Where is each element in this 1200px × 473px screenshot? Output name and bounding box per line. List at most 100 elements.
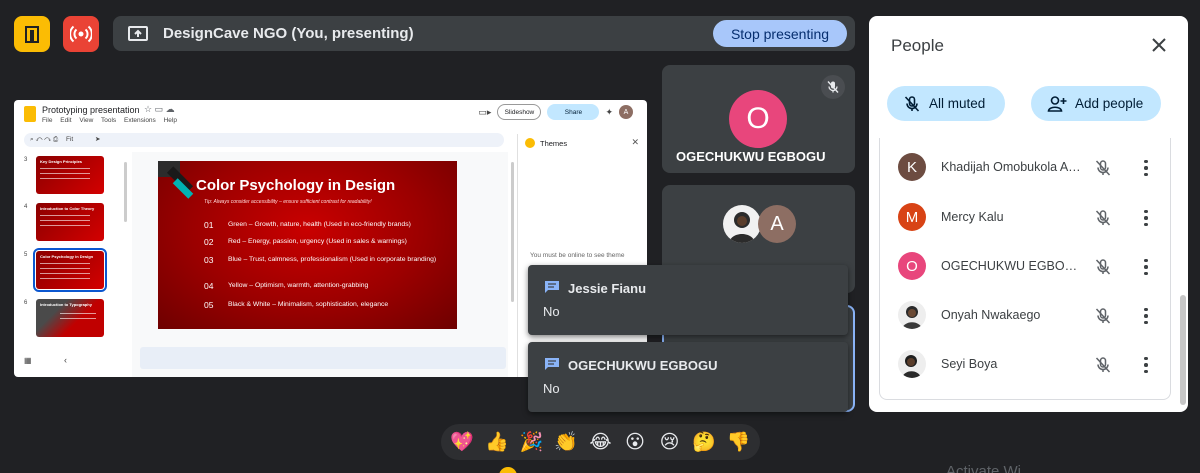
more-options-icon[interactable] — [1140, 355, 1152, 375]
doc-title: Prototyping presentation — [42, 105, 140, 115]
item-text: Black & White – Minimalism, sophisticati… — [228, 301, 389, 308]
more-options-icon[interactable] — [1140, 208, 1152, 228]
print-icon[interactable]: ⎙ — [53, 136, 58, 143]
add-person-icon — [1047, 95, 1067, 112]
broadcast-button[interactable] — [63, 16, 99, 52]
participant-row[interactable]: K Khadijah Omobukola Al... — [880, 148, 1172, 188]
slideshow-button[interactable]: Slideshow — [497, 104, 542, 120]
menu-extensions[interactable]: Extensions — [124, 117, 156, 124]
door-icon — [25, 26, 39, 43]
grid-view-icon[interactable]: ▦ — [24, 356, 32, 365]
slide-thumbnail[interactable]: Introduction to Typography — [36, 299, 104, 337]
avatar: A — [758, 205, 796, 243]
thumb-number: 4 — [24, 204, 28, 210]
menu-edit[interactable]: Edit — [60, 117, 71, 124]
undo-icon[interactable]: ↶ — [35, 136, 42, 143]
search-icon[interactable]: ⌕ — [30, 136, 34, 143]
thumb-number: 6 — [24, 300, 28, 306]
more-options-icon[interactable] — [1140, 158, 1152, 178]
reaction-clap[interactable]: 👏 — [551, 424, 581, 460]
avatar: O — [898, 252, 926, 280]
avatar — [898, 350, 926, 378]
mic-off-icon[interactable] — [1094, 307, 1112, 325]
reaction-thinking[interactable]: 🤔 — [689, 424, 719, 460]
slide-thumbnail[interactable]: Key Design Principles — [36, 156, 104, 194]
thumbnail-title: Key Design Principles — [40, 159, 83, 164]
slide-thumbnail[interactable]: Introduction to Color Theory — [36, 203, 104, 241]
people-scrollbar[interactable] — [1180, 295, 1186, 405]
share-button[interactable]: Share — [547, 104, 600, 120]
item-number: 05 — [204, 300, 214, 310]
chat-sender: Jessie Fianu — [568, 281, 647, 296]
item-number: 03 — [204, 255, 214, 265]
video-call-icon[interactable]: ▭▸ — [478, 107, 491, 118]
participant-row[interactable]: O OGECHUKWU EGBOGU — [880, 247, 1172, 287]
all-muted-button[interactable]: All muted — [887, 86, 1005, 121]
reaction-surprised[interactable]: 😮 — [620, 424, 650, 460]
menu-help[interactable]: Help — [164, 117, 177, 124]
item-number: 04 — [204, 281, 214, 291]
chat-bubble-icon — [545, 358, 559, 370]
thumbnails-scrollbar[interactable] — [124, 162, 127, 222]
palette-icon — [525, 138, 535, 148]
participant-tile[interactable]: O OGECHUKWU EGBOGU — [662, 65, 855, 173]
menu-file[interactable]: File — [42, 117, 52, 124]
shared-screen: Prototyping presentation ☆ ▭ ☁ File Edit… — [14, 100, 647, 377]
themes-panel: Themes ✕ You must be online to see theme — [517, 134, 647, 377]
reaction-thumbs-up[interactable]: 👍 — [482, 424, 512, 460]
reaction-party[interactable]: 🎉 — [516, 424, 546, 460]
canvas-scrollbar[interactable] — [511, 162, 514, 302]
participant-row[interactable]: M Mercy Kalu — [880, 198, 1172, 238]
participant-row[interactable]: Seyi Boya — [880, 345, 1172, 385]
slide-list-item: 05 Black & White – Minimalism, sophistic… — [204, 300, 438, 310]
chat-message: No — [543, 381, 560, 396]
slides-menu: File Edit View Tools Extensions Help — [42, 117, 183, 124]
activation-watermark: Activate Wi — [946, 463, 1022, 473]
close-icon[interactable]: ✕ — [631, 137, 639, 148]
add-people-button[interactable]: Add people — [1031, 86, 1161, 121]
stop-presenting-button[interactable]: Stop presenting — [713, 20, 847, 47]
redo-icon[interactable]: ↷ — [44, 136, 51, 143]
cursor-icon[interactable]: ➤ — [95, 136, 100, 143]
mic-off-icon[interactable] — [1094, 258, 1112, 276]
menu-view[interactable]: View — [79, 117, 93, 124]
reaction-heart[interactable]: 💖 — [447, 424, 477, 460]
zoom-select[interactable]: Fit — [66, 136, 73, 143]
all-muted-label: All muted — [929, 96, 986, 111]
participant-row[interactable]: Onyah Nwakaego — [880, 296, 1172, 336]
mic-off-icon — [904, 95, 920, 112]
reaction-thumbs-down[interactable]: 👎 — [724, 424, 754, 460]
chat-notification[interactable]: OGECHUKWU EGBOGU No — [528, 342, 848, 412]
slide-list-item: 02 Red – Energy, passion, urgency (Used … — [204, 237, 438, 247]
more-options-icon[interactable] — [1140, 306, 1152, 326]
slide-list-item: 03 Blue – Trust, calmness, professionali… — [204, 255, 438, 265]
participant-name: OGECHUKWU EGBOGU — [941, 259, 1081, 273]
current-slide[interactable]: Color Psychology in Design Tip: Always c… — [158, 161, 457, 329]
slides-header: Prototyping presentation ☆ ▭ ☁ File Edit… — [14, 100, 647, 130]
mic-off-icon[interactable] — [1094, 356, 1112, 374]
present-screen-icon — [127, 23, 149, 45]
thumb-number: 5 — [24, 252, 28, 258]
collapse-icon[interactable]: ‹ — [64, 355, 67, 365]
raise-hand-icon[interactable] — [499, 467, 517, 473]
add-people-label: Add people — [1075, 96, 1144, 111]
speaker-notes[interactable] — [140, 347, 506, 369]
slide-thumbnail-selected[interactable]: Color Psychology in Design — [33, 248, 107, 292]
account-avatar[interactable]: A — [619, 105, 633, 119]
gemini-icon[interactable]: ✦ — [605, 107, 613, 118]
reaction-sad[interactable]: 😢 — [655, 424, 685, 460]
star-icon[interactable]: ☆ ▭ ☁ — [144, 104, 175, 115]
chat-notification[interactable]: Jessie Fianu No — [528, 265, 848, 335]
menu-tools[interactable]: Tools — [101, 117, 116, 124]
participant-name: Mercy Kalu — [941, 210, 1004, 224]
close-icon[interactable] — [1150, 36, 1168, 54]
more-options-icon[interactable] — [1140, 257, 1152, 277]
reactions-bar: 💖 👍 🎉 👏 😂 😮 😢 🤔 👎 — [441, 424, 760, 460]
reaction-laugh[interactable]: 😂 — [585, 424, 615, 460]
mic-off-icon[interactable] — [1094, 159, 1112, 177]
slide-tip: Tip: Always consider accessibility – ens… — [204, 199, 372, 205]
mic-off-icon[interactable] — [1094, 209, 1112, 227]
themes-title: Themes — [540, 139, 568, 148]
slides-logo-icon — [24, 106, 36, 122]
companion-mode-button[interactable] — [14, 16, 50, 52]
